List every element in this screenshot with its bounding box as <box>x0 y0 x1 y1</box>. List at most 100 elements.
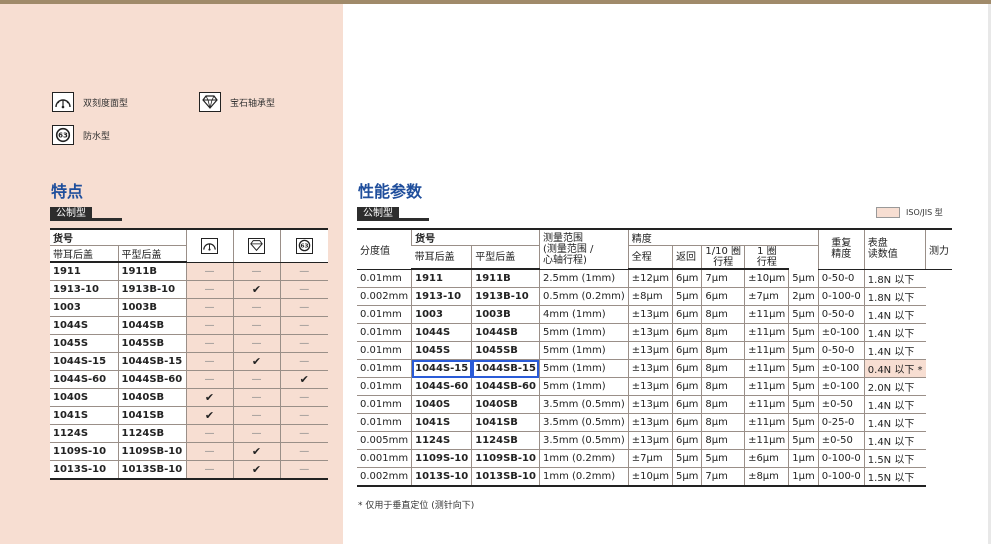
spec-cell-ret: 6μm <box>671 305 702 324</box>
spec-cell-flat: 1913B-10 <box>471 287 540 306</box>
feat-cell-water: — <box>279 352 328 371</box>
feat-cell-dual: — <box>185 442 233 461</box>
feat-cell-lug: 1913-10 <box>50 280 118 299</box>
spec-cell-dial: 0-50-0 <box>817 341 865 360</box>
spec-cell-one: ±11μm <box>744 305 789 324</box>
spec-cell-lug: 1124S <box>411 431 472 450</box>
feat-row: 1913-10 1913B-10— ✔ — <box>50 280 328 299</box>
feat-row: 1003 1003B — — — <box>50 298 328 317</box>
spec-header-accuracy: 精度 <box>627 228 819 246</box>
spec-cell-one: ±11μm <box>744 395 789 414</box>
spec-cell-ret: 6μm <box>671 269 702 288</box>
spec-cell-total: ±13μm <box>627 377 673 396</box>
spec-cell-dial: ±0-100 <box>817 323 865 342</box>
spec-cell-rep: 5μm <box>788 305 819 324</box>
spec-header-part-no: 货号 <box>411 228 540 246</box>
spec-cell-range: 5mm (1mm) <box>538 359 629 378</box>
feat-row: 1124S 1124SB — — — <box>50 424 328 443</box>
spec-cell-range: 1mm (0.2mm) <box>538 449 629 468</box>
spec-cell-dial: 0-50-0 <box>817 305 865 324</box>
spec-cell-tenth: 8μm <box>701 413 745 432</box>
spec-row: 0.01mm 1044S 1044SB 5mm (1mm) ±13μm 6μm 8μm ±11… <box>357 323 952 342</box>
spec-cell-one: ±11μm <box>744 431 789 450</box>
feat-header-water: 63 <box>279 228 328 263</box>
spec-cell-range: 0.5mm (0.2mm) <box>538 287 629 306</box>
spec-header-tenth-l2: 行程 <box>713 257 734 268</box>
spec-row: 0.001mm 1109S-10 1109SB-10 1mm (0.2mm) ±7μm 5… <box>357 449 952 468</box>
spec-cell-grad: 0.01mm <box>357 323 412 342</box>
spec-cell-one: ±11μm <box>744 323 789 342</box>
spec-header-retrace: 返回 <box>671 245 702 270</box>
spec-cell-dial: 0-25-0 <box>817 413 865 432</box>
feat-cell-dual: — <box>185 352 233 371</box>
spec-cell-flat: 1109SB-10 <box>471 449 540 468</box>
spec-cell-dial: 0-50-0 <box>817 269 865 288</box>
iso-legend: ISO/JIS 型 <box>876 207 943 218</box>
spec-cell-rep: 5μm <box>788 395 819 414</box>
diamond-icon <box>248 237 265 254</box>
spec-row: 0.01mm 1911 1911B 2.5mm (1mm) ±12μm 6μm 7μm ±10… <box>357 269 952 288</box>
spec-cell-force: 2.0N 以下 <box>863 377 926 396</box>
spec-cell-rep: 5μm <box>788 431 819 450</box>
feat-cell-dual: — <box>185 460 233 480</box>
spec-cell-tenth: 7μm <box>701 467 745 487</box>
spec-cell-one: ±8μm <box>744 467 789 487</box>
feat-cell-jewel: — <box>232 334 280 353</box>
feat-cell-jewel: — <box>232 424 280 443</box>
spec-header-tenth-l1: 1/10 圈 <box>705 246 742 257</box>
spec-header-one-l2: 行程 <box>756 257 777 268</box>
spec-cell-tenth: 5μm <box>701 449 745 468</box>
feat-cell-flat: 1045SB <box>117 334 186 353</box>
spec-header-dial-l2: 读数值 <box>867 249 898 261</box>
spec-cell-range: 5mm (1mm) <box>538 323 629 342</box>
spec-cell-ret: 5μm <box>671 287 702 306</box>
spec-cell-force: 1.4N 以下 <box>863 395 926 414</box>
feat-cell-water: — <box>279 442 328 461</box>
spec-cell-flat: 1044SB-60 <box>471 377 540 396</box>
feat-cell-lug: 1045S <box>50 334 118 353</box>
feat-row: 1911 1911B — — — <box>50 262 328 281</box>
spec-row: 0.01mm 1045S 1045SB 5mm (1mm) ±13μm 6μm 8μm ±11… <box>357 341 952 360</box>
spec-cell-ret: 6μm <box>671 395 702 414</box>
spec-cell-flat: 1044SB-15 <box>471 359 540 378</box>
spec-cell-one: ±11μm <box>744 413 789 432</box>
spec-cell-total: ±12μm <box>627 269 673 288</box>
specs-title: 性能参数 <box>358 182 423 201</box>
spec-row: 0.01mm 1044S-15 1044SB-15 5mm (1mm) ±13μm 6μm… <box>357 359 952 378</box>
spec-cell-force: 0.4N 以下 * <box>863 359 926 378</box>
spec-cell-grad: 0.001mm <box>357 449 412 468</box>
spec-cell-grad: 0.01mm <box>357 305 412 324</box>
feat-cell-water: — <box>279 424 328 443</box>
spec-cell-range: 3.5mm (0.5mm) <box>538 395 629 414</box>
spec-cell-force: 1.4N 以下 <box>863 323 926 342</box>
spec-cell-dial: ±0-100 <box>817 359 865 378</box>
spec-row: 0.002mm 1013S-10 1013SB-10 1mm (0.2mm) ±10μm… <box>357 467 952 487</box>
spec-cell-one: ±6μm <box>744 449 789 468</box>
spec-row: 0.01mm 1040S 1040SB 3.5mm (0.5mm) ±13μm 6μm 8μ… <box>357 395 952 414</box>
spec-header-tenth: 1/10 圈 行程 <box>701 245 745 270</box>
spec-cell-dial: ±0-50 <box>817 431 865 450</box>
spec-cell-range: 5mm (1mm) <box>538 341 629 360</box>
spec-cell-flat: 1040SB <box>471 395 540 414</box>
legend-jewel-label: 宝石轴承型 <box>230 98 276 109</box>
spec-cell-ret: 6μm <box>671 359 702 378</box>
spec-cell-lug: 1013S-10 <box>411 467 472 487</box>
spec-cell-ret: 5μm <box>671 467 702 487</box>
spec-cell-force: 1.4N 以下 <box>863 305 926 324</box>
feat-cell-jewel: ✔ <box>232 352 280 371</box>
spec-cell-rep: 5μm <box>788 359 819 378</box>
spec-cell-tenth: 8μm <box>701 377 745 396</box>
spec-row: 0.005mm 1124S 1124SB 3.5mm (0.5mm) ±13μm 6μm 8… <box>357 431 952 450</box>
feat-cell-water: — <box>279 460 328 480</box>
spec-header-dial-l1: 表盘 <box>867 238 888 250</box>
feat-cell-lug: 1041S <box>50 406 118 425</box>
spec-cell-total: ±13μm <box>627 341 673 360</box>
feat-row: 1040S 1040SB ✔ — — <box>50 388 328 407</box>
spec-cell-grad: 0.005mm <box>357 431 412 450</box>
spec-cell-lug: 1044S-60 <box>411 377 472 396</box>
feat-cell-lug: 1911 <box>50 262 118 281</box>
spec-header-range-l3: 心轴行程) <box>542 254 587 266</box>
spec-cell-lug: 1109S-10 <box>411 449 472 468</box>
spec-cell-flat: 1041SB <box>471 413 540 432</box>
spec-cell-grad: 0.01mm <box>357 341 412 360</box>
